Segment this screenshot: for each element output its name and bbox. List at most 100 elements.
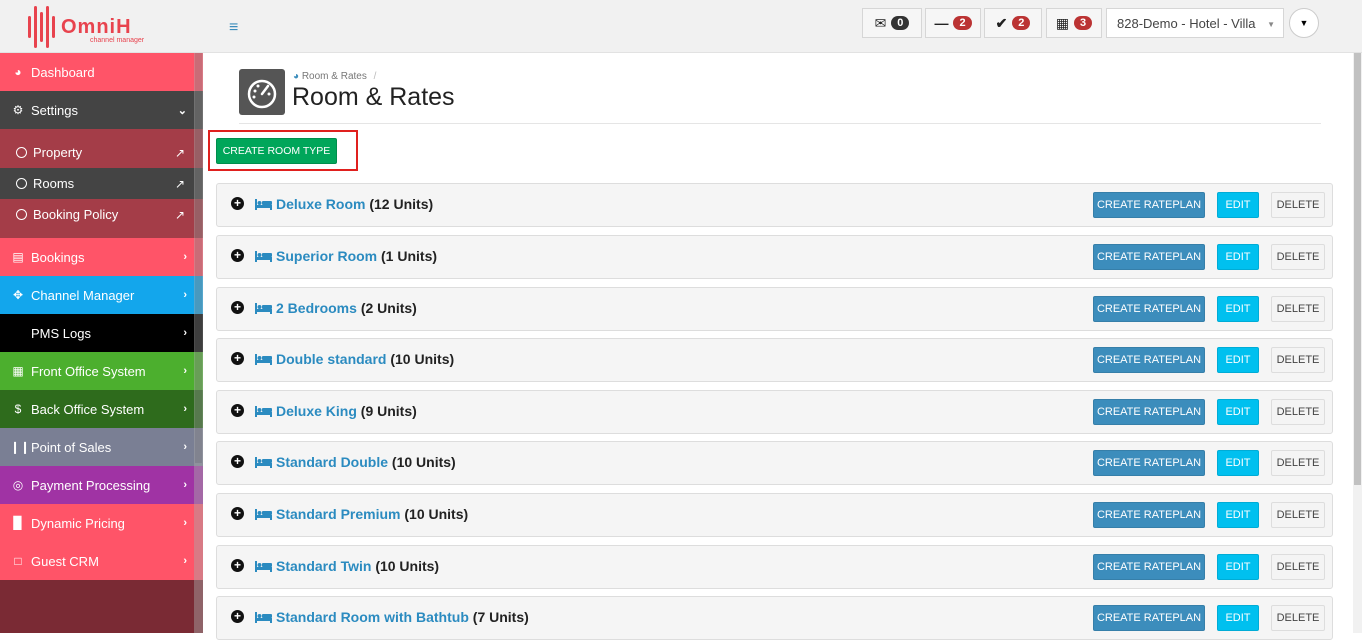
edit-button[interactable]: EDIT bbox=[1217, 347, 1259, 373]
delete-button[interactable]: DELETE bbox=[1271, 192, 1325, 218]
delete-button[interactable]: DELETE bbox=[1271, 554, 1325, 580]
create-rateplan-button[interactable]: CREATE RATEPLAN bbox=[1093, 554, 1205, 580]
expand-plus-icon[interactable]: + bbox=[231, 404, 244, 417]
sidebar-item-dynamic-pricing[interactable]: ▉ Dynamic Pricing › bbox=[0, 504, 203, 542]
confirmed-button[interactable]: ✔ 2 bbox=[984, 8, 1042, 38]
messages-button[interactable]: ✉ 0 bbox=[862, 8, 922, 38]
edit-button[interactable]: EDIT bbox=[1217, 244, 1259, 270]
room-name[interactable]: Standard Twin (10 Units) bbox=[276, 558, 439, 574]
room-row: + Standard Double (10 Units) CREATE RATEPL… bbox=[216, 441, 1333, 485]
expand-plus-icon[interactable]: + bbox=[231, 301, 244, 314]
create-rateplan-button[interactable]: CREATE RATEPLAN bbox=[1093, 399, 1205, 425]
minus-icon: — bbox=[934, 15, 949, 31]
delete-button[interactable]: DELETE bbox=[1271, 502, 1325, 528]
expand-plus-icon[interactable]: + bbox=[231, 249, 244, 262]
hamburger-icon[interactable]: ≡ bbox=[229, 19, 238, 37]
external-link-icon: ↗ bbox=[174, 207, 185, 222]
delete-button[interactable]: DELETE bbox=[1271, 347, 1325, 373]
create-rateplan-button[interactable]: CREATE RATEPLAN bbox=[1093, 244, 1205, 270]
delete-button[interactable]: DELETE bbox=[1271, 450, 1325, 476]
sidebar-item-dashboard[interactable]: ◕ Dashboard bbox=[0, 53, 203, 91]
sidebar-subitem-booking-policy[interactable]: Booking Policy ↗ bbox=[0, 199, 203, 230]
expand-plus-icon[interactable]: + bbox=[231, 507, 244, 520]
circle-icon bbox=[16, 178, 27, 189]
sidebar-item-point-of-sales[interactable]: ❙❙ Point of Sales › bbox=[0, 428, 203, 466]
omnih-logo[interactable]: OmniH channel manager bbox=[28, 4, 198, 50]
edit-button[interactable]: EDIT bbox=[1217, 296, 1259, 322]
edit-button[interactable]: EDIT bbox=[1217, 554, 1259, 580]
sidebar-item-front-office[interactable]: ▦ Front Office System › bbox=[0, 352, 203, 390]
arrows-icon: ✥ bbox=[12, 288, 24, 302]
sidebar-item-back-office[interactable]: $ Back Office System › bbox=[0, 390, 203, 428]
sidebar-item-label: Front Office System bbox=[31, 363, 146, 379]
create-rateplan-button[interactable]: CREATE RATEPLAN bbox=[1093, 296, 1205, 322]
bed-icon bbox=[255, 455, 272, 473]
edit-button[interactable]: EDIT bbox=[1217, 399, 1259, 425]
delete-button[interactable]: DELETE bbox=[1271, 399, 1325, 425]
create-rateplan-button[interactable]: CREATE RATEPLAN bbox=[1093, 605, 1205, 631]
edit-button[interactable]: EDIT bbox=[1217, 192, 1259, 218]
breadcrumb[interactable]: ◕ Room & Rates / bbox=[293, 71, 376, 82]
sidebar-item-guest-crm[interactable]: □ Guest CRM › bbox=[0, 542, 203, 580]
delete-button[interactable]: DELETE bbox=[1271, 244, 1325, 270]
bed-icon bbox=[255, 559, 272, 577]
main-content: ◕ Room & Rates / Room & Rates CREATE ROO… bbox=[203, 53, 1353, 640]
sidebar-item-channel-manager[interactable]: ✥ Channel Manager › bbox=[0, 276, 203, 314]
hotel-select[interactable]: 828-Demo - Hotel - Villa ▼ bbox=[1106, 8, 1284, 38]
delete-button[interactable]: DELETE bbox=[1271, 296, 1325, 322]
sidebar-subitem-rooms[interactable]: Rooms ↗ bbox=[0, 168, 203, 199]
expand-plus-icon[interactable]: + bbox=[231, 559, 244, 572]
chevron-down-icon: ⌄ bbox=[177, 104, 187, 117]
expand-plus-icon[interactable]: + bbox=[231, 197, 244, 210]
external-link-icon: ↗ bbox=[174, 145, 185, 160]
page-scrollbar[interactable] bbox=[1353, 53, 1362, 633]
bed-icon bbox=[255, 404, 272, 422]
calendar-button[interactable]: ▦ 3 bbox=[1046, 8, 1102, 38]
edit-button[interactable]: EDIT bbox=[1217, 450, 1259, 476]
room-name[interactable]: Standard Premium (10 Units) bbox=[276, 506, 468, 522]
check-icon: ✔ bbox=[995, 14, 1008, 31]
create-rateplan-button[interactable]: CREATE RATEPLAN bbox=[1093, 502, 1205, 528]
file-icon: □ bbox=[14, 554, 22, 568]
room-name[interactable]: Double standard (10 Units) bbox=[276, 351, 454, 367]
room-name[interactable]: Standard Room with Bathtub (7 Units) bbox=[276, 609, 529, 625]
bed-icon bbox=[255, 301, 272, 319]
edit-button[interactable]: EDIT bbox=[1217, 502, 1259, 528]
expand-plus-icon[interactable]: + bbox=[231, 455, 244, 468]
gear-icon: ⚙ bbox=[12, 103, 24, 117]
room-row: + Standard Premium (10 Units) CREATE RATEP… bbox=[216, 493, 1333, 537]
create-rateplan-button[interactable]: CREATE RATEPLAN bbox=[1093, 450, 1205, 476]
circle-icon bbox=[16, 209, 27, 220]
room-name[interactable]: Standard Double (10 Units) bbox=[276, 454, 456, 470]
sidebar-item-pms-logs[interactable]: PMS Logs › bbox=[0, 314, 203, 352]
create-rateplan-button[interactable]: CREATE RATEPLAN bbox=[1093, 347, 1205, 373]
breadcrumb-separator: / bbox=[373, 71, 377, 82]
dashboard-icon: ◕ bbox=[293, 71, 300, 82]
select-caret-icon: ▼ bbox=[1267, 20, 1275, 29]
delete-button[interactable]: DELETE bbox=[1271, 605, 1325, 631]
room-name[interactable]: Deluxe Room (12 Units) bbox=[276, 196, 433, 212]
chevron-right-icon: › bbox=[183, 555, 187, 567]
calendar-icon: ▦ bbox=[1055, 14, 1070, 31]
sidebar-item-settings[interactable]: ⚙ Settings ⌄ bbox=[0, 91, 203, 129]
user-menu-button[interactable]: ▼ bbox=[1289, 8, 1319, 38]
room-name[interactable]: Superior Room (1 Units) bbox=[276, 248, 437, 264]
room-name[interactable]: 2 Bedrooms (2 Units) bbox=[276, 300, 417, 316]
speedometer-icon bbox=[239, 69, 285, 115]
sidebar-item-payment-processing[interactable]: ◎ Payment Processing › bbox=[0, 466, 203, 504]
expand-plus-icon[interactable]: + bbox=[231, 352, 244, 365]
room-units: (10 Units) bbox=[391, 454, 456, 470]
brand-tagline: channel manager bbox=[90, 37, 145, 44]
sidebar-item-label: Bookings bbox=[31, 249, 85, 265]
room-name[interactable]: Deluxe King (9 Units) bbox=[276, 403, 417, 419]
create-room-type-button[interactable]: CREATE ROOM TYPE bbox=[216, 138, 337, 164]
breadcrumb-item[interactable]: Room & Rates bbox=[302, 71, 367, 82]
room-row: + Double standard (10 Units) CREATE RATEPL… bbox=[216, 338, 1333, 382]
pending-button[interactable]: — 2 bbox=[925, 8, 981, 38]
sidebar-item-bookings[interactable]: ▤ Bookings › bbox=[0, 238, 203, 276]
sidebar-scrollbar[interactable] bbox=[194, 53, 203, 633]
sidebar-subitem-property[interactable]: Property ↗ bbox=[0, 137, 203, 168]
expand-plus-icon[interactable]: + bbox=[231, 610, 244, 623]
create-rateplan-button[interactable]: CREATE RATEPLAN bbox=[1093, 192, 1205, 218]
edit-button[interactable]: EDIT bbox=[1217, 605, 1259, 631]
